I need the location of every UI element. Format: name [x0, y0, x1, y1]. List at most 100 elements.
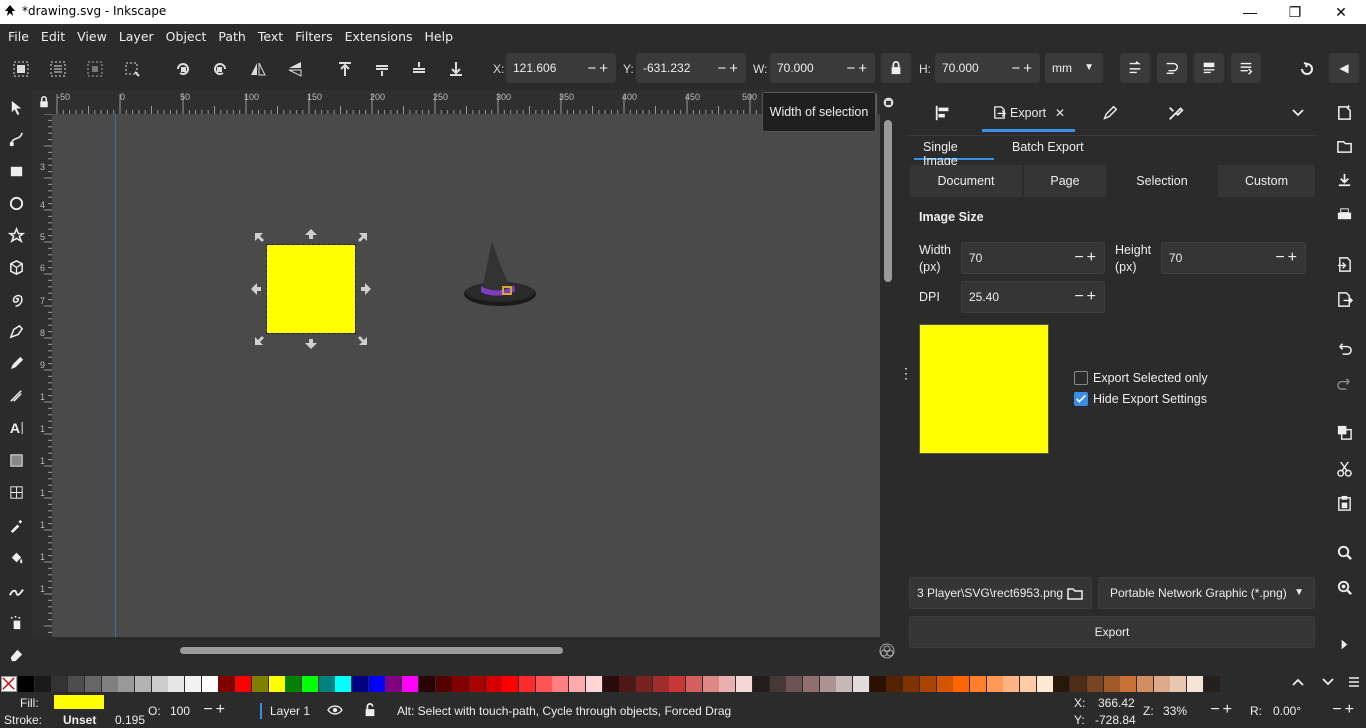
- palette-swatch[interactable]: [335, 676, 352, 692]
- w-input[interactable]: 70.000 −+: [770, 53, 875, 83]
- ellipse-tool-icon[interactable]: [5, 192, 27, 214]
- palette-swatch[interactable]: [652, 676, 669, 692]
- palette-swatch[interactable]: [619, 676, 636, 692]
- close-button[interactable]: ✕: [1318, 0, 1364, 24]
- height-stepper[interactable]: −+: [1275, 249, 1300, 267]
- align-distribute-tab-icon[interactable]: [934, 104, 954, 124]
- palette-swatch[interactable]: [903, 676, 920, 692]
- move-gradients-icon[interactable]: [1194, 53, 1224, 83]
- h-stepper[interactable]: −+: [1011, 60, 1035, 77]
- layer-lock-icon[interactable]: [363, 703, 379, 719]
- drawing-canvas[interactable]: [52, 114, 880, 637]
- palette-swatch[interactable]: [34, 676, 51, 692]
- palette-swatch[interactable]: [786, 676, 803, 692]
- dpi-stepper[interactable]: −+: [1074, 288, 1099, 306]
- spray-tool-icon[interactable]: [5, 611, 27, 633]
- import-icon[interactable]: [1334, 254, 1354, 274]
- witch-hat-image[interactable]: [460, 238, 540, 314]
- palette-swatch[interactable]: [936, 676, 953, 692]
- palette-swatch[interactable]: [519, 676, 535, 692]
- pencil-tool-icon[interactable]: [5, 352, 27, 374]
- zoom-selection-icon[interactable]: [1334, 542, 1354, 562]
- palette-swatch[interactable]: [1120, 676, 1137, 692]
- menu-filters[interactable]: Filters: [289, 29, 338, 44]
- folder-open-icon[interactable]: [1067, 585, 1083, 601]
- lock-canvas-icon[interactable]: [880, 92, 896, 112]
- eraser-tool-icon[interactable]: [5, 643, 27, 665]
- lock-guides-icon[interactable]: [38, 96, 50, 108]
- layer-visibility-icon[interactable]: [327, 703, 345, 719]
- raise-to-top-icon[interactable]: [334, 58, 356, 80]
- palette-swatch[interactable]: [552, 676, 569, 692]
- palette-swatch[interactable]: [84, 676, 101, 692]
- node-tool-icon[interactable]: [5, 127, 27, 149]
- palette-swatch[interactable]: [836, 676, 853, 692]
- minimize-button[interactable]: —: [1227, 0, 1273, 24]
- palette-swatch[interactable]: [602, 676, 619, 692]
- dropper-tool-icon[interactable]: [5, 514, 27, 536]
- vertical-scroll-thumb[interactable]: [884, 120, 892, 282]
- palette-swatch[interactable]: [1136, 676, 1153, 692]
- lower-icon[interactable]: [408, 58, 430, 80]
- gradient-tool-icon[interactable]: [5, 449, 27, 471]
- palette-swatch[interactable]: [502, 676, 519, 692]
- palette-swatch[interactable]: [1053, 676, 1070, 692]
- palette-swatch[interactable]: [1003, 676, 1020, 692]
- touch-select-icon[interactable]: [121, 58, 143, 80]
- palette-swatch[interactable]: [368, 676, 385, 692]
- rotation-stepper[interactable]: −+: [1332, 701, 1357, 719]
- tweak-tool-icon[interactable]: [5, 579, 27, 601]
- paste-icon[interactable]: [1334, 493, 1354, 513]
- selector-tool-icon[interactable]: [5, 96, 27, 118]
- zoom-drawing-icon[interactable]: [1334, 577, 1354, 597]
- width-stepper[interactable]: −+: [1074, 249, 1099, 267]
- palette-swatch[interactable]: [853, 676, 869, 692]
- scale-corners-icon[interactable]: [1157, 53, 1187, 83]
- mode-custom-button[interactable]: Custom: [1218, 165, 1316, 197]
- mode-selection-button[interactable]: Selection: [1108, 165, 1217, 197]
- w-stepper[interactable]: −+: [846, 60, 870, 77]
- rectangle-tool-icon[interactable]: [5, 160, 27, 182]
- pen-tool-icon[interactable]: [5, 320, 27, 342]
- select-all-icon[interactable]: [10, 58, 32, 80]
- palette-swatch[interactable]: [569, 676, 586, 692]
- x-stepper[interactable]: −+: [587, 60, 611, 77]
- vertical-scrollbar[interactable]: [880, 114, 896, 637]
- palette-swatch[interactable]: [1086, 676, 1103, 692]
- dock-menu-chevron-icon[interactable]: [1290, 104, 1310, 124]
- rotation-input[interactable]: 0.00° −+: [1266, 698, 1362, 724]
- x-input[interactable]: 121.606 −+: [506, 53, 616, 83]
- palette-swatch[interactable]: [1203, 676, 1220, 692]
- new-document-icon[interactable]: [1334, 102, 1354, 122]
- palette-swatch[interactable]: [418, 676, 435, 692]
- palette-scroll-up-icon[interactable]: [1290, 674, 1310, 694]
- paint-bucket-tool-icon[interactable]: [5, 546, 27, 568]
- palette-swatch[interactable]: [218, 676, 235, 692]
- zoom-input[interactable]: 33% −+: [1156, 698, 1240, 724]
- scale-stroke-icon[interactable]: [1120, 53, 1150, 83]
- export-tab[interactable]: Export ✕: [982, 96, 1075, 132]
- export-format-select[interactable]: Portable Network Graphic (*.png) ▼: [1098, 577, 1315, 609]
- palette-swatch[interactable]: [1170, 676, 1187, 692]
- export-tab-close-icon[interactable]: ✕: [1055, 106, 1065, 120]
- palette-swatch[interactable]: [1070, 676, 1087, 692]
- palette-swatch[interactable]: [769, 676, 786, 692]
- palette-swatch[interactable]: [185, 676, 201, 692]
- palette-swatch[interactable]: [285, 676, 302, 692]
- export-button[interactable]: Export: [909, 616, 1315, 648]
- menu-extensions[interactable]: Extensions: [339, 29, 419, 44]
- h-input[interactable]: 70.000 −+: [935, 53, 1040, 83]
- vertical-ruler[interactable]: 3 4 5 6 7 8 9 1 1 1 1 1 1 1: [32, 114, 52, 637]
- palette-swatch[interactable]: [301, 676, 318, 692]
- palette-swatch[interactable]: [201, 676, 218, 692]
- palette-swatch[interactable]: [969, 676, 986, 692]
- fill-stroke-tab-icon[interactable]: [1101, 104, 1121, 124]
- palette-swatch[interactable]: [819, 676, 836, 692]
- horizontal-scroll-thumb[interactable]: [180, 647, 563, 654]
- move-patterns-icon[interactable]: [1231, 53, 1261, 83]
- palette-swatch[interactable]: [635, 676, 652, 692]
- palette-swatch[interactable]: [585, 676, 602, 692]
- rotate-ccw-icon[interactable]: [172, 58, 194, 80]
- palette-swatch[interactable]: [869, 676, 886, 692]
- palette-swatch[interactable]: [352, 676, 368, 692]
